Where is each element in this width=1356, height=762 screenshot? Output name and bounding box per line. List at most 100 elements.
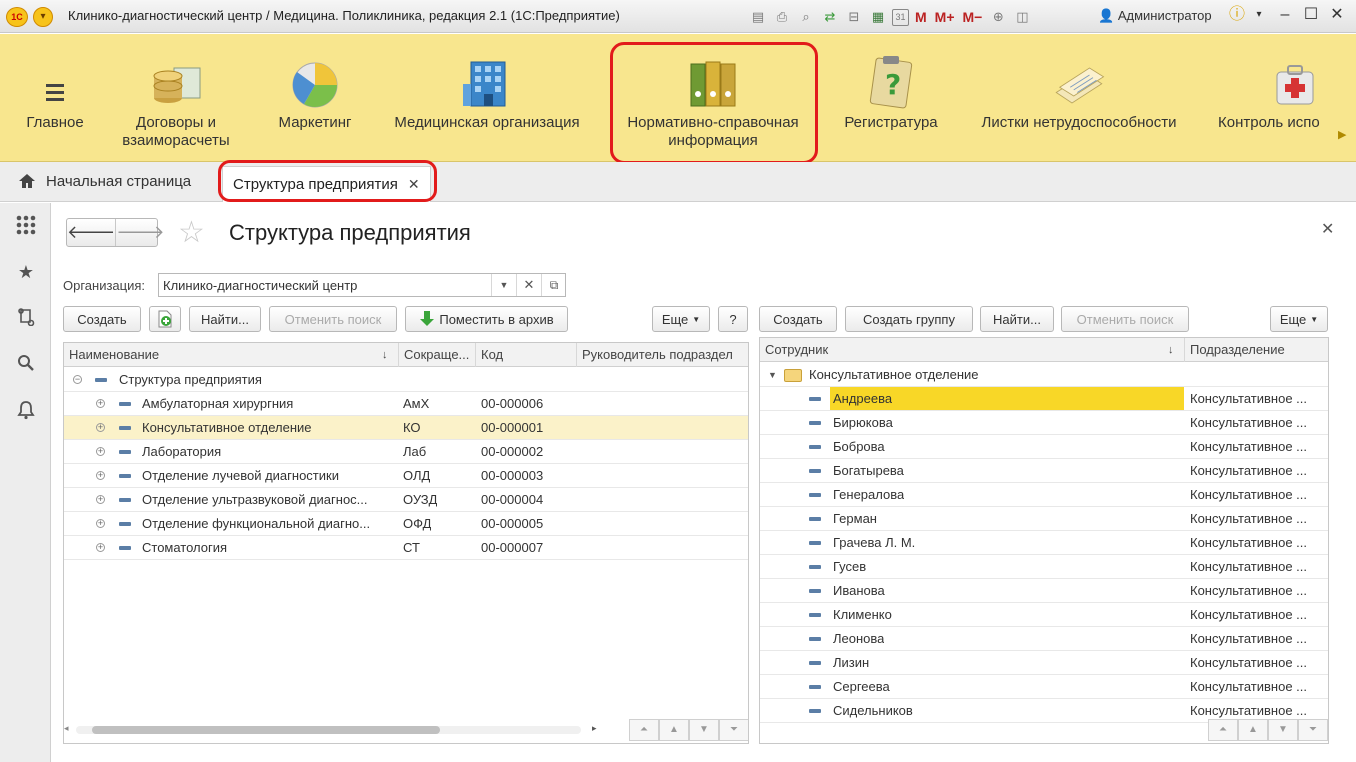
first-row-icon[interactable]: ⏶ — [1208, 719, 1238, 741]
staff-table-row[interactable]: Герман Консультативное ... — [760, 507, 1328, 531]
zoom-icon[interactable]: ⊕ — [988, 7, 1008, 27]
column-header-name[interactable]: Наименование ↓ — [64, 343, 399, 367]
units-table-row[interactable]: + Консультативное отделение КО 00-000001 — [64, 416, 748, 440]
previous-row-icon[interactable]: ▲ — [659, 719, 689, 741]
staff-group-row[interactable]: ▼ Консультативное отделение — [760, 363, 1328, 387]
staff-table-row[interactable]: Гусев Консультативное ... — [760, 555, 1328, 579]
staff-find-button[interactable]: Найти... — [980, 306, 1054, 332]
staff-table-row[interactable]: Бирюкова Консультативное ... — [760, 411, 1328, 435]
scanner-icon[interactable]: ⊟ — [844, 7, 864, 27]
help-button[interactable]: ? — [718, 306, 748, 332]
main-menu-button[interactable]: ▾ — [33, 7, 53, 27]
calendar-icon[interactable]: 31 — [892, 8, 909, 26]
current-user[interactable]: 👤 Администратор — [1098, 8, 1212, 24]
minimize-button[interactable]: ‒ — [1274, 6, 1296, 26]
calculator-icon[interactable]: ▦ — [868, 7, 888, 27]
units-create-button[interactable]: Создать — [63, 306, 141, 332]
info-icon[interactable]: ⓘ — [1226, 6, 1248, 26]
search-icon[interactable] — [15, 352, 37, 374]
archive-button[interactable]: Поместить в архив — [405, 306, 568, 332]
staff-table-row[interactable]: Боброва Консультативное ... — [760, 435, 1328, 459]
section-contracts[interactable]: Договоры и взаиморасчеты — [112, 34, 240, 162]
staff-table-row[interactable]: Генералова Консультативное ... — [760, 483, 1328, 507]
clear-field-icon[interactable]: ✕ — [516, 274, 541, 296]
scroll-right-icon[interactable]: ▸ — [592, 723, 597, 734]
open-icon[interactable]: ⧉ — [541, 274, 566, 296]
staff-table-row[interactable]: Леонова Консультативное ... — [760, 627, 1328, 651]
forward-arrow-icon[interactable]: 🡒 — [115, 219, 165, 246]
expand-plus-icon[interactable]: + — [96, 543, 105, 552]
last-row-icon[interactable]: ⏷ — [1298, 719, 1328, 741]
add-to-favorites-star-icon[interactable]: ☆ — [178, 218, 205, 248]
expand-plus-icon[interactable]: + — [96, 495, 105, 504]
column-header-department[interactable]: Подразделение — [1185, 338, 1328, 362]
units-table-row[interactable]: + Отделение функциональной диагно... ОФД 00… — [64, 512, 748, 536]
info-menu-chevron-icon[interactable]: ▾ — [1248, 6, 1270, 26]
units-table-row[interactable]: + Отделение лучевой диагностики ОЛД 00-0000… — [64, 464, 748, 488]
section-marketing[interactable]: Маркетинг — [268, 34, 362, 162]
next-row-icon[interactable]: ▼ — [689, 719, 719, 741]
expand-plus-icon[interactable]: + — [96, 399, 105, 408]
staff-more-button[interactable]: Еще ▼ — [1270, 306, 1328, 332]
staff-table-row[interactable]: Грачева Л. М. Консультативное ... — [760, 531, 1328, 555]
staff-table-row[interactable]: Лизин Консультативное ... — [760, 651, 1328, 675]
section-quality-control[interactable]: Контроль испо — [1214, 34, 1326, 162]
units-find-button[interactable]: Найти... — [189, 306, 261, 332]
close-window-button[interactable]: ✕ — [1326, 6, 1348, 26]
save-icon[interactable]: ▤ — [748, 7, 768, 27]
staff-cancel-search-button[interactable]: Отменить поиск — [1061, 306, 1189, 332]
back-and-forward-icon[interactable]: ⇄ — [820, 7, 840, 27]
close-form-icon[interactable]: ✕ — [1321, 219, 1334, 239]
favorites-icon[interactable]: ★ — [15, 261, 37, 283]
column-header-code[interactable]: Код — [476, 343, 577, 367]
units-root-row[interactable]: − Структура предприятия — [64, 368, 748, 392]
scroll-left-icon[interactable]: ◂ — [64, 723, 69, 734]
units-table-row[interactable]: + Стоматология СТ 00-000007 — [64, 536, 748, 560]
dropdown-arrow-icon[interactable]: ▼ — [491, 274, 516, 296]
expand-plus-icon[interactable]: + — [96, 447, 105, 456]
previous-row-icon[interactable]: ▲ — [1238, 719, 1268, 741]
expand-plus-icon[interactable]: + — [96, 471, 105, 480]
staff-create-button[interactable]: Создать — [759, 306, 837, 332]
units-more-button[interactable]: Еще ▼ — [652, 306, 710, 332]
organization-field[interactable]: Клинико-диагностический центр ▼ ✕ ⧉ — [158, 273, 566, 297]
next-row-icon[interactable]: ▼ — [1268, 719, 1298, 741]
first-row-icon[interactable]: ⏶ — [629, 719, 659, 741]
section-main[interactable]: Главное — [14, 34, 96, 162]
print-icon[interactable]: ⎙ — [772, 7, 792, 27]
expand-plus-icon[interactable]: + — [96, 423, 105, 432]
units-table-row[interactable]: + Отделение ультразвуковой диагнос... ОУЗД… — [64, 488, 748, 512]
tab-home[interactable]: Начальная страница — [18, 172, 191, 190]
units-table-row[interactable]: + Лаборатория Лаб 00-000002 — [64, 440, 748, 464]
back-arrow-icon[interactable]: 🡐 — [67, 219, 115, 246]
staff-table-row[interactable]: Иванова Консультативное ... — [760, 579, 1328, 603]
maximize-button[interactable]: ☐ — [1300, 6, 1322, 26]
units-copy-button[interactable] — [149, 306, 181, 332]
column-header-employee[interactable]: Сотрудник ↓ — [760, 338, 1185, 362]
last-row-icon[interactable]: ⏷ — [719, 719, 748, 741]
scroll-right-icon[interactable]: ▶ — [1338, 128, 1346, 141]
expand-plus-icon[interactable]: + — [96, 519, 105, 528]
horizontal-scrollbar[interactable] — [92, 726, 440, 734]
collapse-minus-icon[interactable]: − — [73, 375, 82, 384]
preview-icon[interactable]: ⌕ — [796, 7, 816, 27]
memory-store-button[interactable]: M — [913, 7, 929, 27]
notifications-bell-icon[interactable] — [15, 399, 37, 421]
units-cancel-search-button[interactable]: Отменить поиск — [269, 306, 397, 332]
section-medical-organization[interactable]: Медицинская организация — [386, 34, 588, 162]
section-sick-leaves[interactable]: Листки нетрудоспособности — [974, 34, 1184, 162]
all-functions-icon[interactable] — [15, 214, 37, 236]
memory-add-button[interactable]: M+ — [933, 7, 957, 27]
staff-table-row[interactable]: Андреева Консультативное ... — [760, 387, 1328, 411]
collapse-triangle-icon[interactable]: ▼ — [768, 363, 777, 387]
memory-subtract-button[interactable]: M− — [961, 7, 985, 27]
column-header-short[interactable]: Сокраще... — [399, 343, 476, 367]
history-icon[interactable] — [15, 306, 37, 328]
staff-table-row[interactable]: Клименко Консультативное ... — [760, 603, 1328, 627]
column-header-head[interactable]: Руководитель подраздел — [577, 343, 748, 367]
panels-icon[interactable]: ◫ — [1012, 7, 1032, 27]
units-table-row[interactable]: + Амбулаторная хирургния АмХ 00-000006 — [64, 392, 748, 416]
staff-table-row[interactable]: Богатырева Консультативное ... — [760, 459, 1328, 483]
staff-create-group-button[interactable]: Создать группу — [845, 306, 973, 332]
section-registry[interactable]: ? Регистратура — [836, 34, 946, 162]
